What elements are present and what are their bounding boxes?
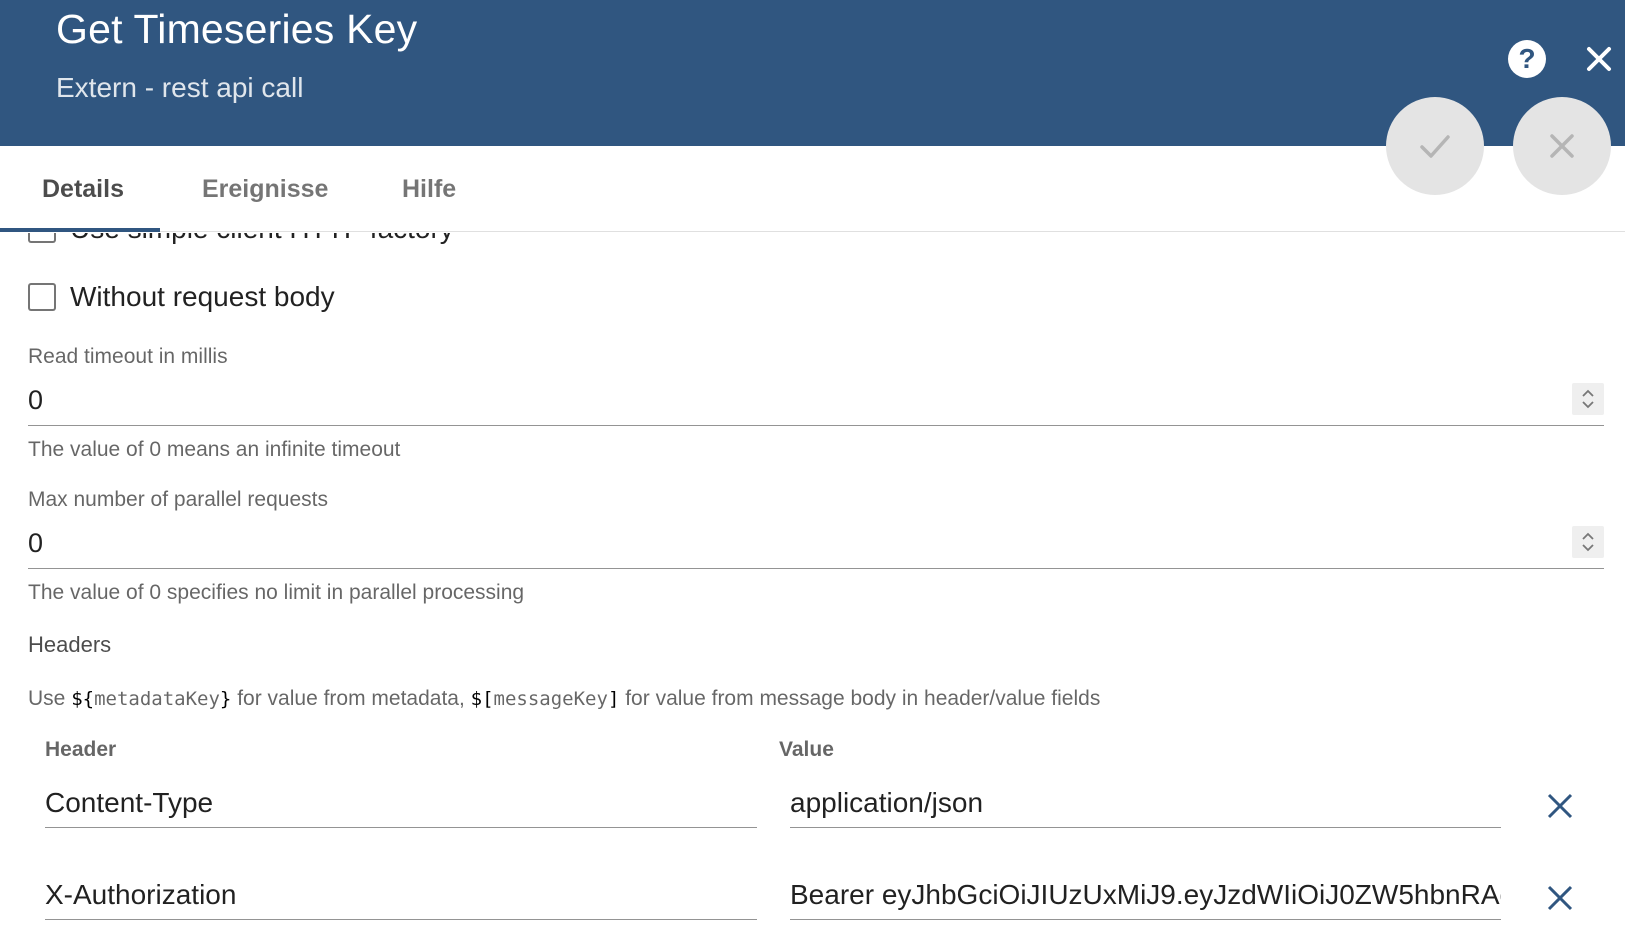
header-value-input[interactable] — [790, 778, 1501, 828]
metadata-key-code: ${metadataKey} — [71, 688, 231, 710]
max-parallel-spinner[interactable] — [1572, 526, 1604, 558]
headers-usage-hint: Use ${metadataKey} for value from metada… — [28, 687, 1100, 711]
dialog-header: Get Timeseries Key Extern - rest api cal… — [0, 0, 1625, 146]
message-key: messageKey — [493, 688, 608, 710]
without-request-body-row[interactable]: Without request body — [28, 279, 335, 315]
header-key-input[interactable] — [45, 870, 757, 920]
simple-client-checkbox[interactable] — [28, 233, 56, 243]
tab-events[interactable]: Ereignisse — [202, 146, 328, 232]
dialog-title: Get Timeseries Key — [56, 6, 418, 52]
close-icon — [1547, 793, 1573, 819]
simple-client-label: Use simple client HTTP factory — [70, 233, 454, 245]
simple-client-checkbox-row[interactable]: Use simple client HTTP factory — [28, 233, 454, 247]
dialog-subtitle: Extern - rest api call — [56, 72, 304, 103]
read-timeout-hint: The value of 0 means an infinite timeout — [28, 438, 401, 461]
usage-middle: for value from metadata, — [231, 687, 471, 710]
without-request-body-checkbox[interactable] — [28, 283, 56, 311]
up-down-arrows-icon — [1582, 389, 1594, 409]
close-icon[interactable] — [1580, 40, 1618, 78]
max-parallel-label: Max number of parallel requests — [28, 488, 328, 511]
message-close: ] — [607, 688, 620, 710]
max-parallel-hint: The value of 0 specifies no limit in par… — [28, 581, 525, 604]
up-down-arrows-icon — [1582, 532, 1594, 552]
remove-header-button[interactable] — [1540, 786, 1580, 826]
headers-section-label: Headers — [28, 632, 112, 657]
apply-button[interactable] — [1386, 97, 1484, 195]
check-icon — [1420, 135, 1450, 158]
read-timeout-input[interactable] — [28, 376, 1604, 426]
usage-suffix: for value from message body in header/va… — [619, 687, 1101, 710]
tab-help[interactable]: Hilfe — [402, 146, 456, 232]
header-value-input[interactable] — [790, 870, 1501, 920]
cancel-button[interactable] — [1513, 97, 1611, 195]
usage-prefix: Use — [28, 687, 72, 710]
close-icon — [1550, 134, 1574, 158]
tab-details[interactable]: Details — [42, 146, 124, 232]
metadata-open: ${ — [71, 688, 95, 710]
value-column-title: Value — [779, 738, 834, 761]
active-tab-indicator — [0, 228, 160, 232]
read-timeout-spinner[interactable] — [1572, 383, 1604, 415]
remove-header-button[interactable] — [1540, 878, 1580, 918]
close-icon — [1547, 885, 1573, 911]
help-icon[interactable]: ? — [1508, 40, 1546, 78]
tab-bar: Details Ereignisse Hilfe — [0, 146, 1625, 232]
max-parallel-input[interactable] — [28, 519, 1604, 569]
without-request-body-label: Without request body — [70, 281, 335, 312]
read-timeout-label: Read timeout in millis — [28, 345, 228, 368]
metadata-close: } — [219, 688, 232, 710]
header-key-input[interactable] — [45, 778, 757, 828]
message-open: $[ — [470, 688, 494, 710]
message-key-code: $[messageKey] — [471, 688, 620, 710]
details-form[interactable]: Use simple client HTTP factory Without r… — [0, 233, 1625, 928]
header-column-title: Header — [45, 738, 117, 761]
metadata-key: metadataKey — [94, 688, 220, 710]
